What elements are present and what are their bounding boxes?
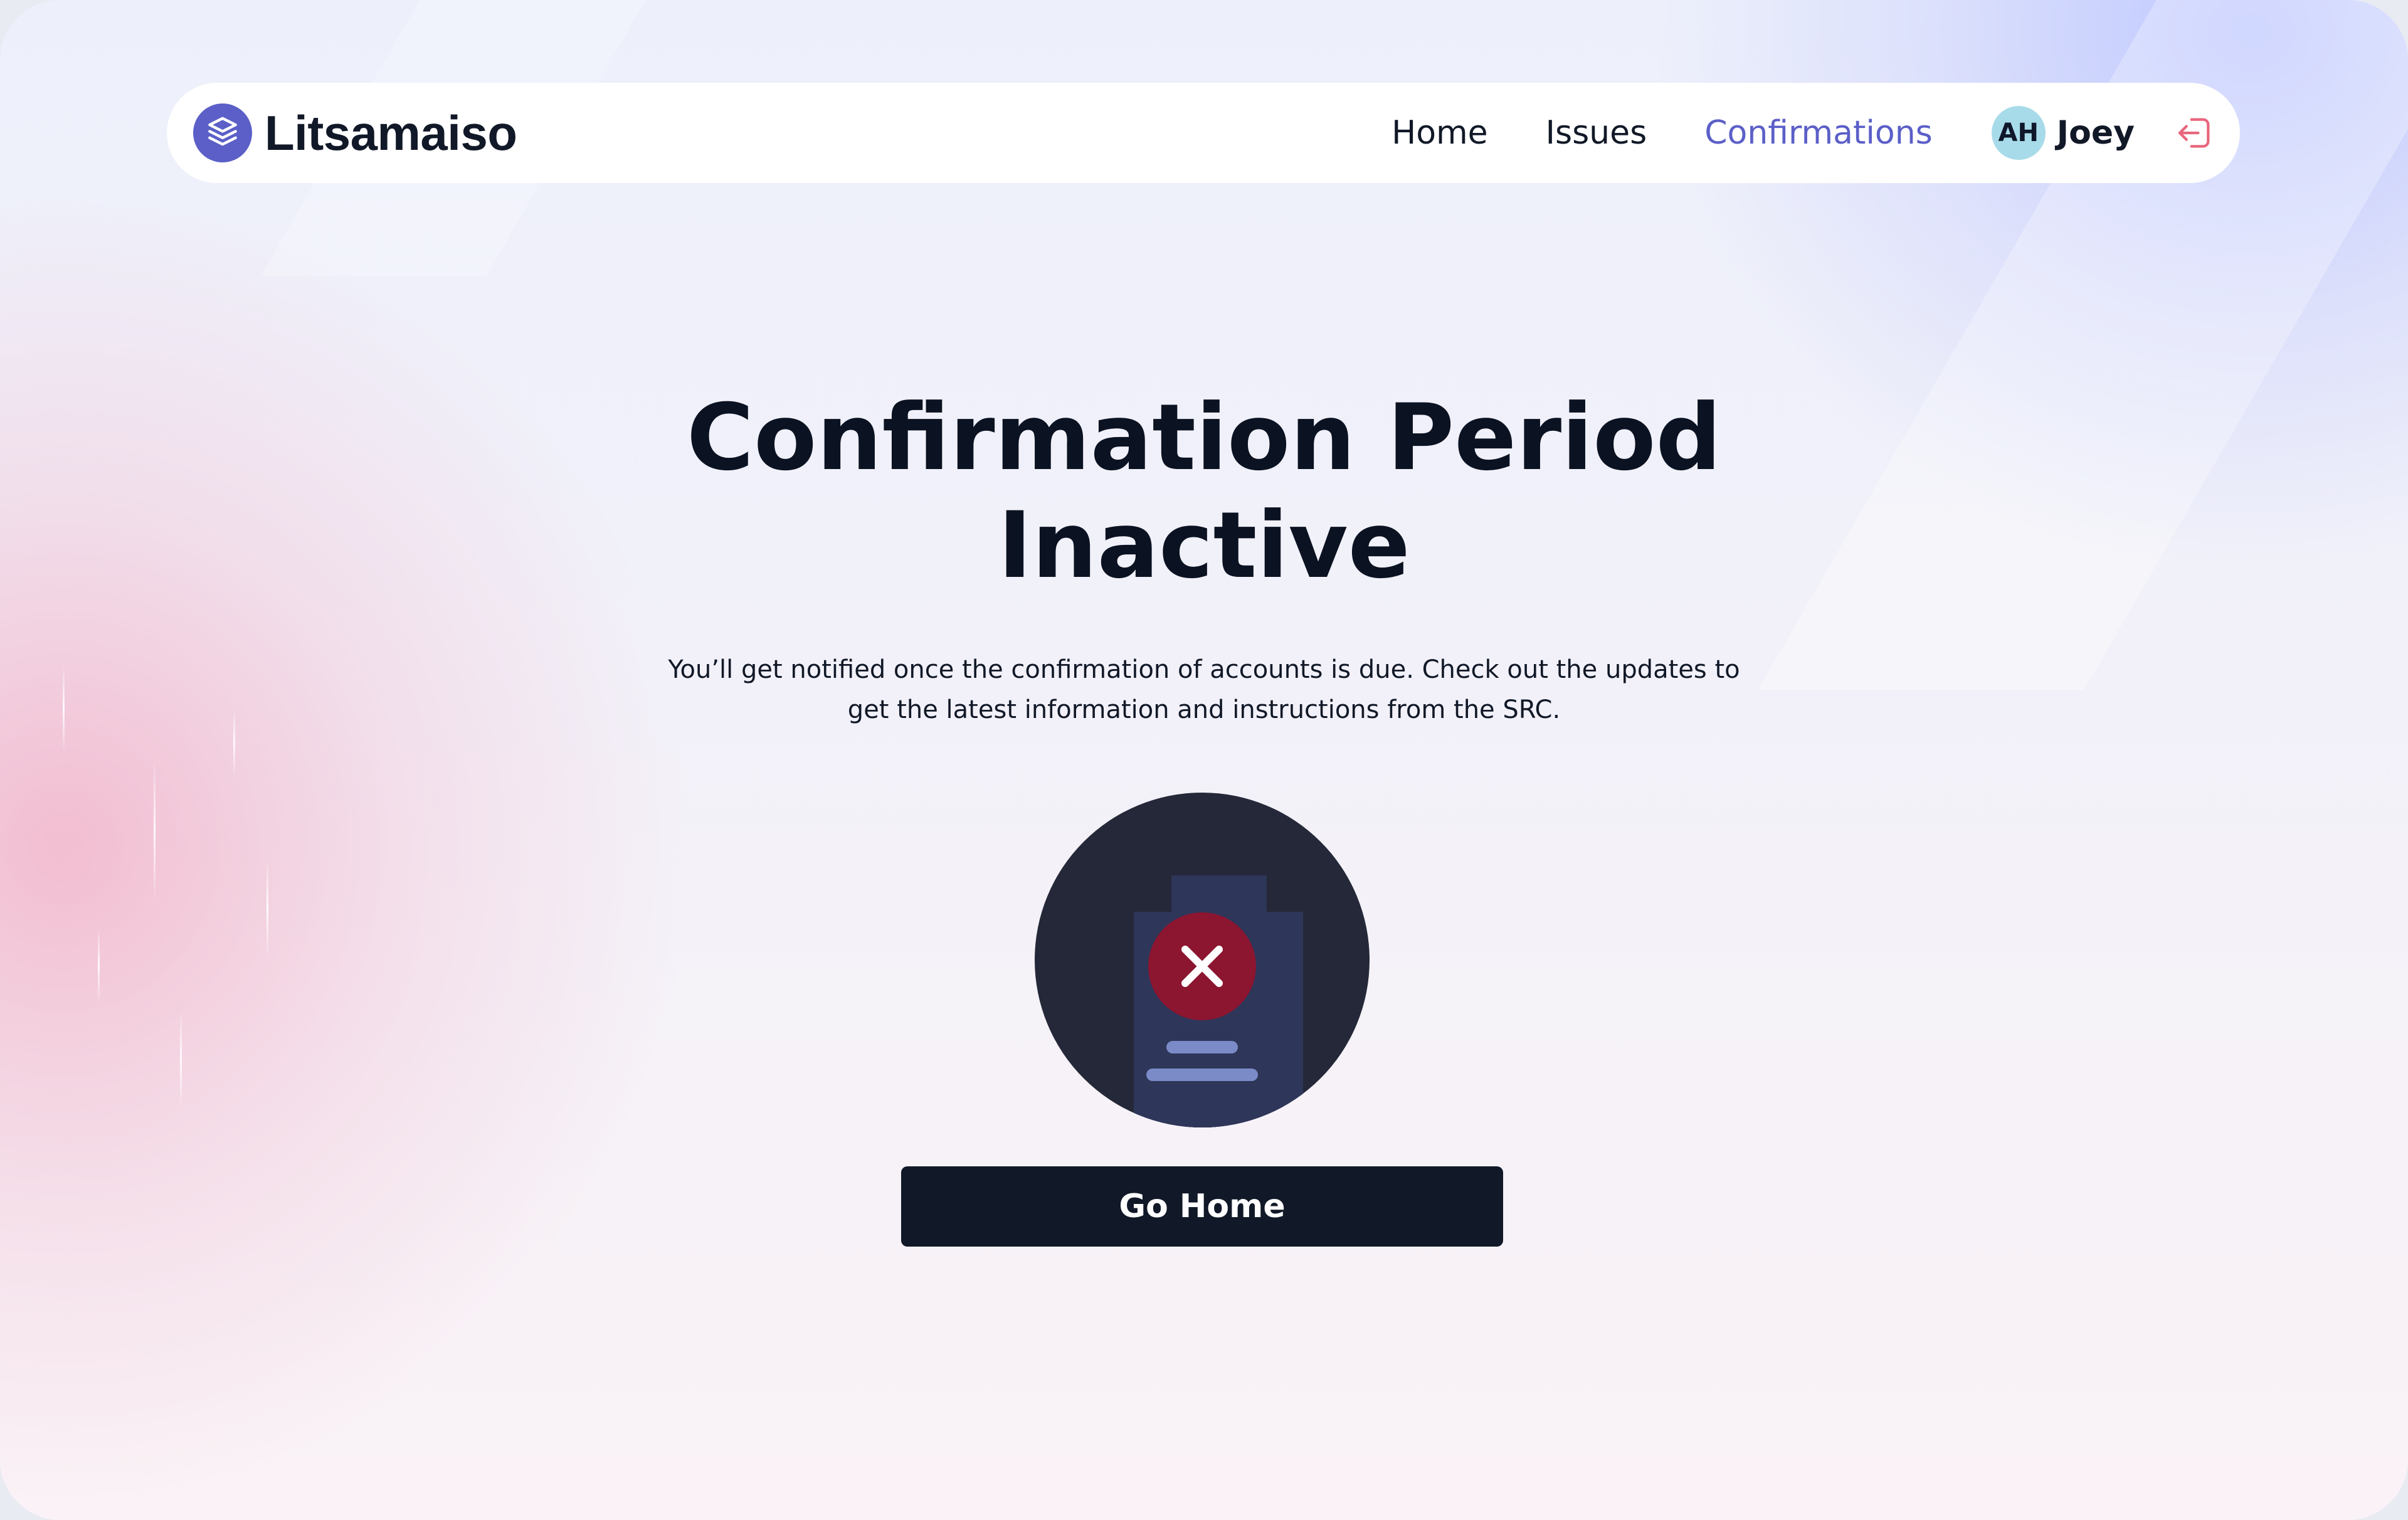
stack-layers-icon bbox=[193, 103, 252, 162]
document-rejected-icon bbox=[1035, 793, 1370, 1127]
page-title-line: Inactive bbox=[998, 492, 1410, 599]
background-streak bbox=[180, 1010, 182, 1110]
logout-icon[interactable] bbox=[2175, 113, 2215, 153]
background-streak bbox=[63, 665, 65, 752]
page-title-line: Confirmation Period bbox=[686, 384, 1722, 491]
description-line: You’ll get notified once the confirmatio… bbox=[668, 655, 1740, 684]
description-line: get the latest information and instructi… bbox=[847, 695, 1561, 724]
app-window: Litsamaiso Home Issues Confirmations AH … bbox=[0, 0, 2408, 1520]
user-menu[interactable]: AH Joey bbox=[1991, 106, 2135, 160]
background-streak bbox=[267, 859, 268, 959]
top-navbar: Litsamaiso Home Issues Confirmations AH … bbox=[167, 83, 2240, 183]
user-name: Joey bbox=[2056, 114, 2135, 152]
background-streak bbox=[98, 928, 100, 1003]
page-title: Confirmation Period Inactive bbox=[0, 384, 2408, 599]
background-streak bbox=[154, 759, 156, 903]
background-streak bbox=[233, 709, 235, 778]
nav-link-confirmations[interactable]: Confirmations bbox=[1704, 114, 1933, 152]
brand[interactable]: Litsamaiso bbox=[193, 103, 517, 162]
page-description: You’ll get notified once the confirmatio… bbox=[665, 650, 1743, 730]
avatar: AH bbox=[1991, 106, 2046, 160]
go-home-button[interactable]: Go Home bbox=[901, 1166, 1503, 1247]
nav-link-issues[interactable]: Issues bbox=[1546, 114, 1647, 152]
nav-links: Home Issues Confirmations bbox=[1334, 114, 1933, 152]
brand-name: Litsamaiso bbox=[265, 105, 517, 161]
nav-link-home[interactable]: Home bbox=[1391, 114, 1488, 152]
